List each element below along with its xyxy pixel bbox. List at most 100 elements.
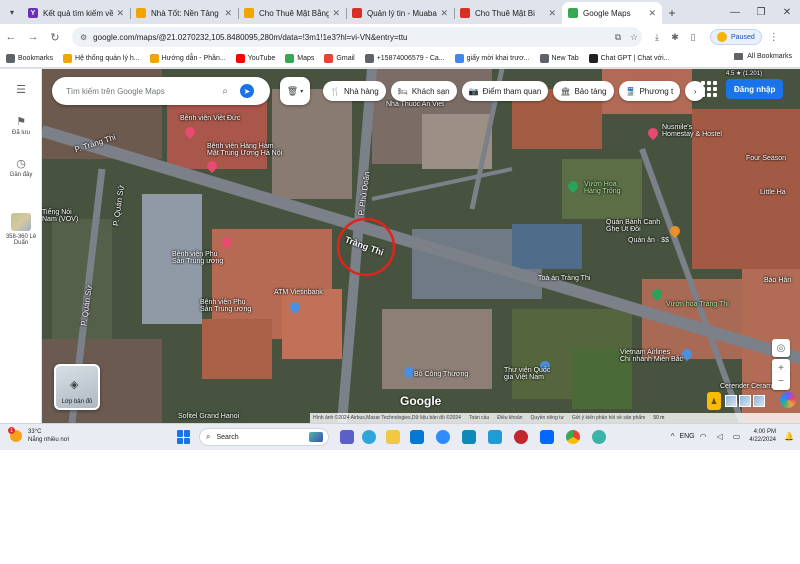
my-location-button[interactable]: ◎ [772,339,790,357]
notification-bell-icon[interactable]: 🔔 [784,432,794,441]
category-chip[interactable]: 🛏 Khách sạn [390,81,457,101]
sign-in-button[interactable]: Đăng nhập [726,79,784,99]
forward-icon[interactable]: → [22,26,44,48]
attribution-link[interactable]: Gửi ý kiến phản hồi về sản phẩm [572,415,645,421]
place-label-vuon-hoa-trang-thi[interactable]: Vườn hoa Tràng Thi [666,301,729,308]
saved-button[interactable]: ⚑ Đã lưu [0,115,42,136]
volume-icon[interactable]: ◁ [717,432,723,441]
bookmark-item[interactable]: Bookmarks [6,54,53,63]
download-icon[interactable]: ⤓ [648,32,666,43]
google-apps-icon[interactable] [701,81,717,97]
menu-button[interactable]: ☰ [0,83,42,98]
site-info-icon[interactable]: ⚙ [80,33,87,42]
attribution-link[interactable]: Quyền riêng tư [531,415,564,421]
app-icon-8[interactable] [514,430,528,444]
address-bar[interactable]: ⚙ google.com/maps/@21.0270232,105.848009… [72,27,642,47]
zoom-icon[interactable] [436,430,450,444]
close-tab-icon[interactable]: ✕ [116,8,124,19]
all-bookmarks-button[interactable]: All Bookmarks [734,53,792,60]
wifi-icon[interactable]: ◠ [700,432,707,441]
browser-tab[interactable]: Cho Thuê Mặt Bằng ✕ [238,2,346,24]
bookmark-item[interactable]: +15874006579 - Ca... [364,54,445,63]
place-label-little-ha[interactable]: Little Ha [760,189,786,196]
bookmark-item[interactable]: New Tab [539,54,579,63]
taskbar-search[interactable]: ⌕ Search [199,428,329,446]
bookmark-star-icon[interactable]: ☆ [626,32,642,43]
browser-tab[interactable]: Quản lý tin - Muaba ✕ [346,2,454,24]
satellite-map[interactable]: P. Tràng Thi P. Phủ Doãn Tràng Thi P. Qu… [42,69,800,423]
copilot-icon[interactable] [780,392,796,408]
layers-button[interactable]: ◈ Lớp bản đồ [54,364,100,410]
bookmark-item[interactable]: Chat GPT | Chat với... [588,54,670,63]
close-tab-icon[interactable]: ✕ [548,8,556,19]
place-label-viet-duc-sub[interactable]: Bệnh viện Hàng Hàm Mặt Trung Ương Hà Nội [207,143,282,157]
place-label-vietnam-airlines[interactable]: Vietnam Airlines Chi nhánh Miền Bắc [620,349,683,363]
category-chip[interactable]: 🍴 Nhà hàng [323,81,386,101]
thumbnail-2[interactable] [739,395,751,407]
language-indicator[interactable]: ENG [679,433,694,440]
sidepanel-icon[interactable]: ▯ [684,32,702,43]
place-label-thu-vien[interactable]: Thư viện Quốc gia Việt Nam [504,367,550,381]
extensions-icon[interactable]: ✱ [666,32,684,43]
close-window-icon[interactable]: ✕ [774,0,800,24]
category-chip[interactable]: 📷 Điểm tham quan [461,81,549,101]
browser-tab[interactable]: Cho Thuê Mặt Bi ✕ [454,2,562,24]
bookmark-item[interactable]: Gmail [324,54,355,63]
teams-icon[interactable] [340,430,354,444]
tab-search-icon[interactable]: ▾ [5,5,19,19]
place-label-vuon-hoa-hang-trong[interactable]: Vườn Hoa Hàng Trống [584,181,621,195]
close-tab-icon[interactable]: ✕ [648,8,656,19]
browser-tab[interactable]: Y Kết quả tìm kiếm về ✕ [22,2,130,24]
thumbnail-1[interactable] [725,395,737,407]
reload-icon[interactable]: ↻ [44,26,66,48]
url-text[interactable]: google.com/maps/@21.0270232,105.8480095,… [93,33,610,42]
place-label-nusmile[interactable]: Nusmile's Homestay & Hostel [662,124,722,138]
place-label-viet-duc[interactable]: Bệnh viện Việt Đức [180,115,240,122]
imagery-thumbnails[interactable] [725,395,765,409]
category-chip[interactable]: 🏛 Bảo tàng [553,81,614,101]
new-tab-button[interactable]: + [662,2,682,24]
zalo-icon[interactable] [540,430,554,444]
place-label-toa-an[interactable]: Toà án Tràng Thi [538,275,590,282]
install-app-icon[interactable]: ⧉ [610,32,626,43]
attribution-link[interactable]: Toàn cầu [469,415,489,421]
bookmark-item[interactable]: Maps [285,54,314,63]
place-label-vov[interactable]: Tiếng Nói Nam (VOV) [42,209,78,223]
maps-search-input[interactable] [66,86,216,96]
recent-place-item[interactable]: 358-360 Lê Duẩn [0,213,42,246]
close-tab-icon[interactable]: ✕ [440,8,448,19]
category-chip[interactable]: 🚆 Phương t [618,81,681,101]
place-label-quan-banh-canh[interactable]: Quán Bánh Canh Ghẹ Út Đồi [606,219,660,233]
maps-search-box[interactable]: ⌕ ➤ [52,77,270,105]
attribution-link[interactable]: Điều khoản [497,415,522,421]
minimize-icon[interactable]: — [722,0,748,24]
back-icon[interactable]: ← [0,26,22,48]
place-label-four-season[interactable]: Four Season [746,155,786,162]
place-label-nha-thuoc[interactable]: Nhà Thuốc An Viet [386,101,444,108]
close-tab-icon[interactable]: ✕ [224,8,232,19]
browser-menu-icon[interactable]: ⋮ [766,32,782,43]
file-explorer-icon[interactable] [386,430,400,444]
place-label-sofitel[interactable]: Sofitel Grand Hanoi [178,413,239,420]
clock[interactable]: 4:00 PM 4/22/2024 [749,428,776,444]
search-icon[interactable]: ⌕ [216,86,234,97]
weather-widget[interactable]: 1 33°C Nắng nhiều nơi [8,427,69,444]
close-tab-icon[interactable]: ✕ [332,8,340,19]
street-view-pegman[interactable]: ♟ [707,392,721,410]
chrome-icon[interactable] [566,430,580,444]
bookmark-item[interactable]: Hướng dẫn - Phần... [149,54,226,63]
zoom-out-button[interactable]: − [772,372,790,390]
store-icon[interactable] [410,430,424,444]
edge-icon[interactable] [362,430,376,444]
chevron-up-icon[interactable]: ^ [671,432,675,441]
browser-tab[interactable]: Nhà Tốt: Nền Tảng M ✕ [130,2,238,24]
place-label-atm[interactable]: ATM Vietinbank [274,289,323,296]
satellite-imagery[interactable] [42,69,800,423]
place-label-vien-phu-top[interactable]: Bệnh viện Phụ Sản Trung ương [172,251,223,265]
place-label-bo-cong-thuong[interactable]: Bộ Công Thương [414,371,468,378]
app-icon-11[interactable] [592,430,606,444]
profile-paused-button[interactable]: Paused [710,29,762,45]
start-button[interactable] [177,430,191,444]
recent-searches-button[interactable]: 🗑 ▾ [280,77,310,105]
directions-icon[interactable]: ➤ [240,84,254,98]
